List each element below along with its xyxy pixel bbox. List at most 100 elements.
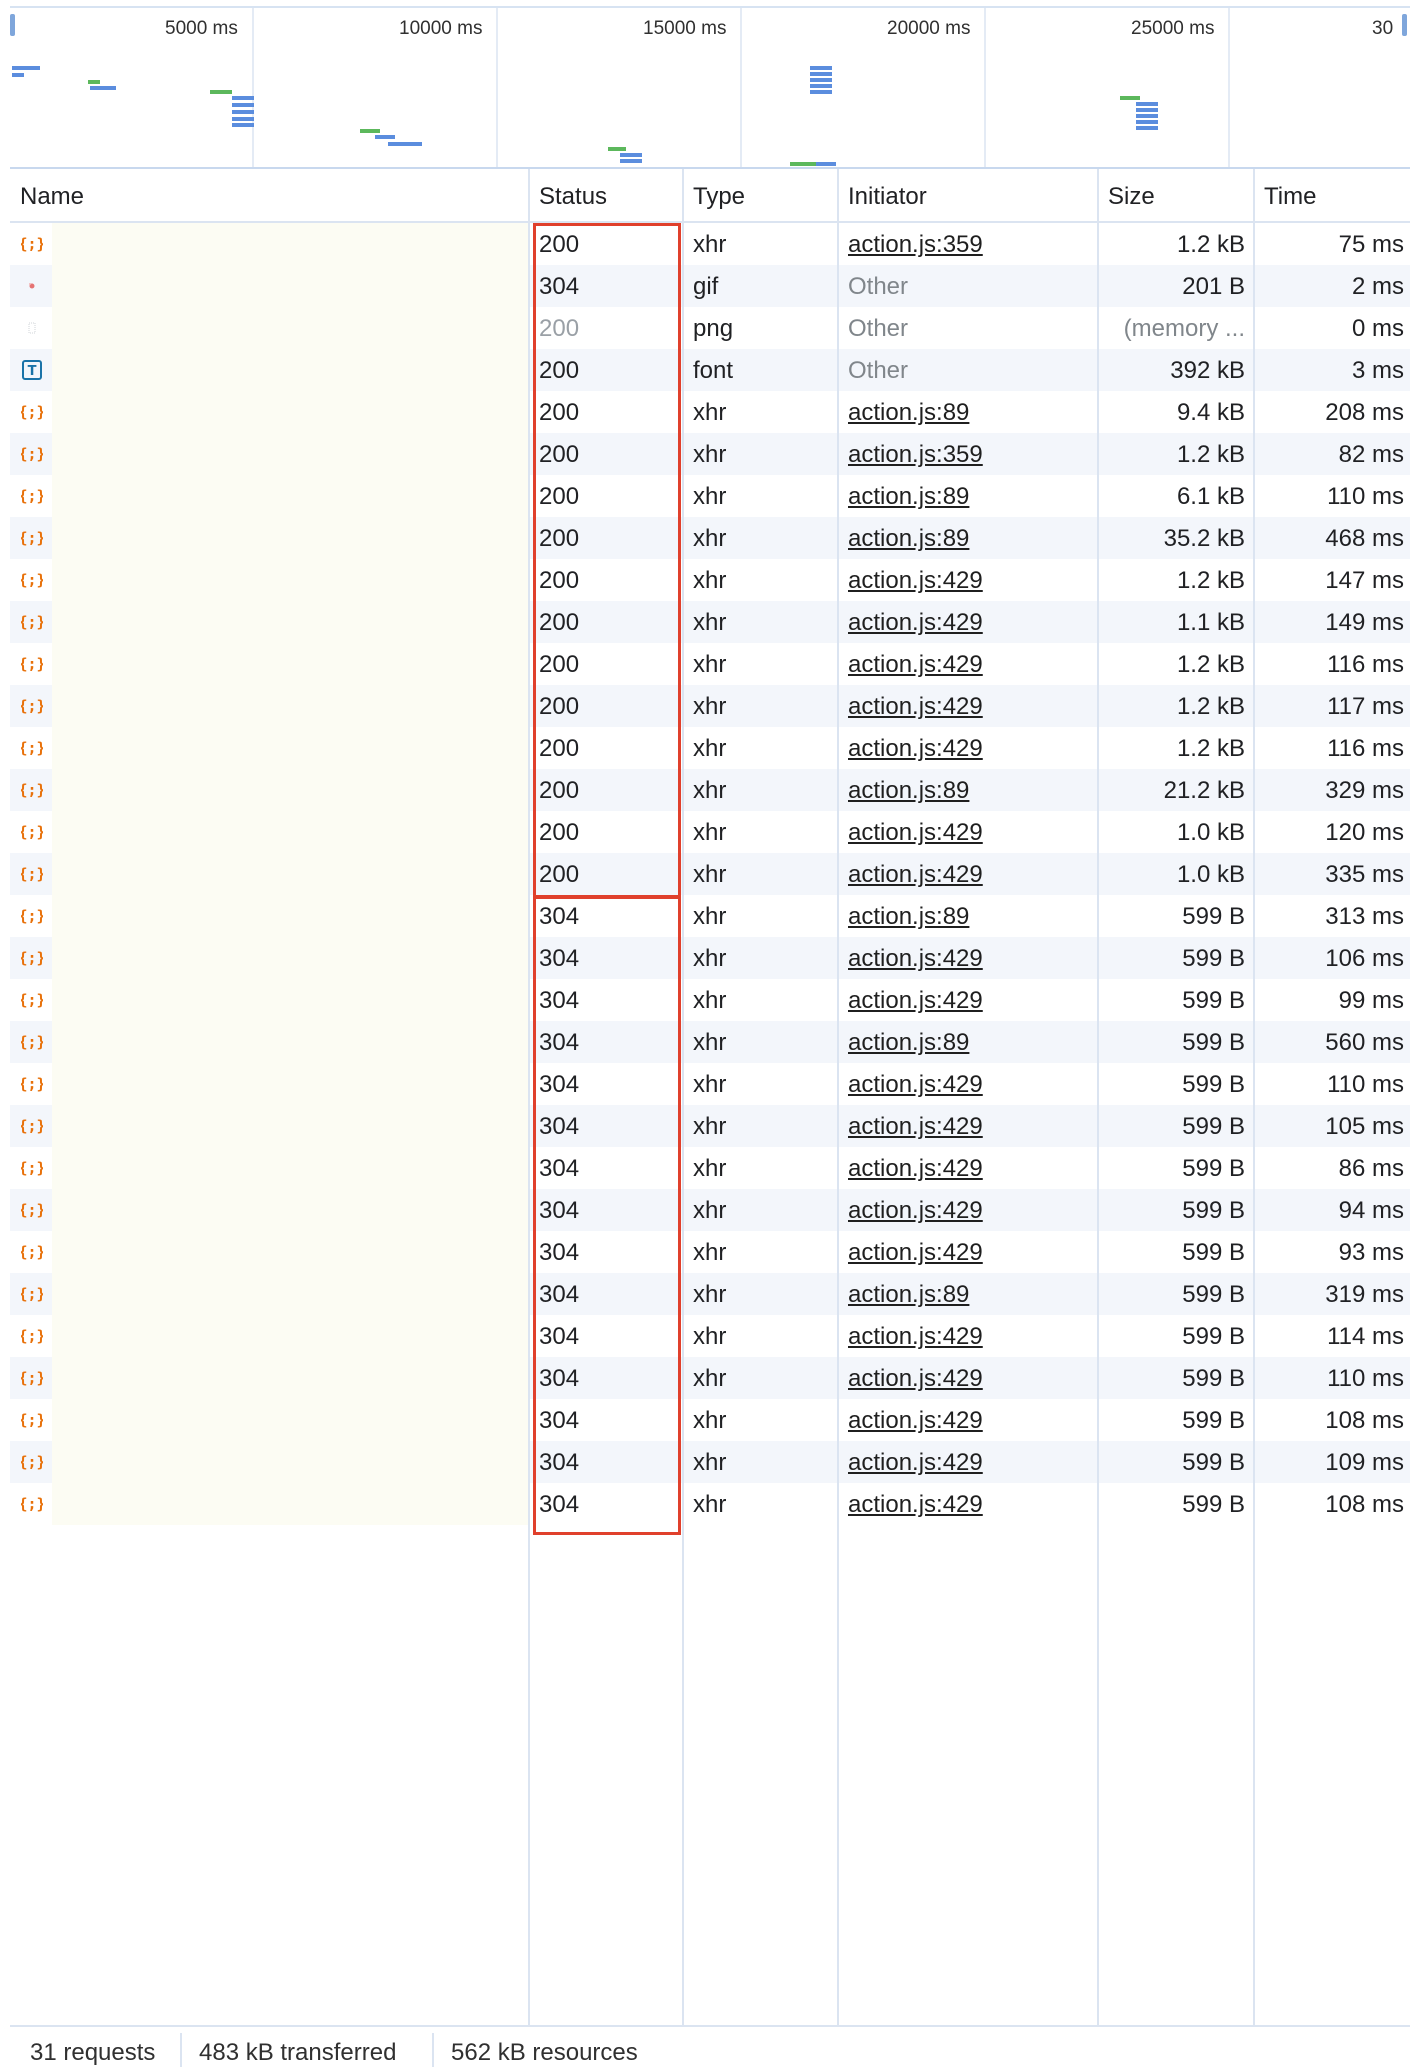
column-header-name[interactable]: Name	[20, 183, 84, 211]
table-row[interactable]: {;}304xhraction.js:429599 B86 ms	[10, 1147, 1410, 1189]
initiator-link[interactable]: action.js:89	[848, 1281, 969, 1309]
request-name-cell[interactable]	[52, 979, 528, 1021]
column-header-initiator[interactable]: Initiator	[848, 183, 927, 211]
table-row[interactable]: {;}200xhraction.js:4291.2 kB117 ms	[10, 685, 1410, 727]
table-row[interactable]: {;}304xhraction.js:429599 B108 ms	[10, 1399, 1410, 1441]
overview-right-handle[interactable]	[1402, 14, 1407, 36]
request-name-cell[interactable]	[52, 223, 528, 265]
table-row[interactable]: {;}200xhraction.js:4291.0 kB120 ms	[10, 811, 1410, 853]
initiator-link[interactable]: action.js:429	[848, 1113, 983, 1141]
initiator-link[interactable]: action.js:429	[848, 651, 983, 679]
table-row[interactable]: {;}200xhraction.js:4291.2 kB147 ms	[10, 559, 1410, 601]
request-name-cell[interactable]	[52, 769, 528, 811]
timeline-overview[interactable]: 5000 ms 10000 ms 15000 ms 20000 ms 25000…	[10, 6, 1410, 169]
initiator-link[interactable]: action.js:429	[848, 1365, 983, 1393]
table-row[interactable]: {;}200xhraction.js:3591.2 kB75 ms	[10, 223, 1410, 265]
request-name-cell[interactable]	[52, 1441, 528, 1483]
initiator-link[interactable]: action.js:429	[848, 1491, 983, 1519]
initiator-link[interactable]: action.js:429	[848, 1407, 983, 1435]
initiator-link[interactable]: action.js:89	[848, 1029, 969, 1057]
table-row[interactable]: {;}200xhraction.js:8935.2 kB468 ms	[10, 517, 1410, 559]
initiator-link[interactable]: action.js:429	[848, 861, 983, 889]
request-name-cell[interactable]	[52, 727, 528, 769]
initiator-link[interactable]: action.js:89	[848, 777, 969, 805]
initiator-link[interactable]: action.js:429	[848, 693, 983, 721]
request-name-cell[interactable]	[52, 1357, 528, 1399]
initiator-link[interactable]: action.js:89	[848, 903, 969, 931]
table-row[interactable]: {;}304xhraction.js:429599 B99 ms	[10, 979, 1410, 1021]
request-name-cell[interactable]	[52, 1273, 528, 1315]
column-divider[interactable]	[837, 169, 839, 2025]
request-name-cell[interactable]	[52, 1315, 528, 1357]
initiator-link[interactable]: action.js:429	[848, 1239, 983, 1267]
request-name-cell[interactable]	[52, 391, 528, 433]
table-row[interactable]: {;}200xhraction.js:4291.0 kB335 ms	[10, 853, 1410, 895]
initiator-link[interactable]: action.js:89	[848, 483, 969, 511]
initiator-link[interactable]: action.js:429	[848, 1449, 983, 1477]
table-row[interactable]: {;}200xhraction.js:3591.2 kB82 ms	[10, 433, 1410, 475]
request-name-cell[interactable]	[52, 307, 528, 349]
request-name-cell[interactable]	[52, 1483, 528, 1525]
table-row[interactable]: {;}304xhraction.js:429599 B94 ms	[10, 1189, 1410, 1231]
request-name-cell[interactable]	[52, 601, 528, 643]
table-row[interactable]: {;}304xhraction.js:429599 B110 ms	[10, 1357, 1410, 1399]
table-row[interactable]: {;}304xhraction.js:429599 B106 ms	[10, 937, 1410, 979]
initiator-link[interactable]: action.js:89	[848, 399, 969, 427]
overview-left-handle[interactable]	[10, 14, 15, 36]
table-row[interactable]: 200 png Other (memory ... 0 ms	[10, 307, 1410, 349]
request-name-cell[interactable]	[52, 1399, 528, 1441]
initiator-link[interactable]: action.js:429	[848, 567, 983, 595]
initiator-link[interactable]: action.js:359	[848, 231, 983, 259]
request-name-cell[interactable]	[52, 895, 528, 937]
table-row[interactable]: {;}304xhraction.js:429599 B105 ms	[10, 1105, 1410, 1147]
column-divider[interactable]	[1253, 169, 1255, 2025]
initiator-link[interactable]: action.js:89	[848, 525, 969, 553]
table-row[interactable]: {;}304xhraction.js:429599 B93 ms	[10, 1231, 1410, 1273]
request-name-cell[interactable]	[52, 1105, 528, 1147]
initiator-link[interactable]: action.js:429	[848, 1197, 983, 1225]
initiator-link[interactable]: action.js:359	[848, 441, 983, 469]
request-name-cell[interactable]	[52, 265, 528, 307]
request-name-cell[interactable]	[52, 1147, 528, 1189]
table-row[interactable]: {;}200xhraction.js:899.4 kB208 ms	[10, 391, 1410, 433]
table-row[interactable]: {;}200xhraction.js:896.1 kB110 ms	[10, 475, 1410, 517]
column-header-status[interactable]: Status	[539, 183, 607, 211]
request-name-cell[interactable]	[52, 853, 528, 895]
initiator-link[interactable]: action.js:429	[848, 609, 983, 637]
initiator-link[interactable]: action.js:429	[848, 987, 983, 1015]
table-row[interactable]: {;}304xhraction.js:429599 B110 ms	[10, 1063, 1410, 1105]
column-divider[interactable]	[1097, 169, 1099, 2025]
request-name-cell[interactable]	[52, 433, 528, 475]
request-name-cell[interactable]	[52, 1231, 528, 1273]
initiator-link[interactable]: action.js:429	[848, 1155, 983, 1183]
table-row[interactable]: {;}304xhraction.js:429599 B109 ms	[10, 1441, 1410, 1483]
column-header-size[interactable]: Size	[1108, 183, 1155, 211]
table-row[interactable]: {;}304xhraction.js:429599 B108 ms	[10, 1483, 1410, 1525]
request-name-cell[interactable]	[52, 811, 528, 853]
table-row[interactable]: {;}304xhraction.js:89599 B313 ms	[10, 895, 1410, 937]
request-name-cell[interactable]	[52, 1189, 528, 1231]
table-row[interactable]: {;}200xhraction.js:8921.2 kB329 ms	[10, 769, 1410, 811]
table-row[interactable]: {;}304xhraction.js:429599 B114 ms	[10, 1315, 1410, 1357]
column-divider[interactable]	[682, 169, 684, 2025]
table-row[interactable]: {;}200xhraction.js:4291.2 kB116 ms	[10, 643, 1410, 685]
request-name-cell[interactable]	[52, 559, 528, 601]
request-name-cell[interactable]	[52, 1021, 528, 1063]
column-header-time[interactable]: Time	[1264, 183, 1316, 211]
table-row[interactable]: 304 gif Other 201 B2 ms	[10, 265, 1410, 307]
initiator-link[interactable]: action.js:429	[848, 735, 983, 763]
request-name-cell[interactable]	[52, 1063, 528, 1105]
table-row[interactable]: {;}304xhraction.js:89599 B319 ms	[10, 1273, 1410, 1315]
initiator-link[interactable]: action.js:429	[848, 819, 983, 847]
table-row[interactable]: {;}200xhraction.js:4291.1 kB149 ms	[10, 601, 1410, 643]
request-name-cell[interactable]	[52, 643, 528, 685]
request-name-cell[interactable]	[52, 685, 528, 727]
request-name-cell[interactable]	[52, 937, 528, 979]
column-divider[interactable]	[528, 169, 530, 2025]
initiator-link[interactable]: action.js:429	[848, 945, 983, 973]
table-row[interactable]: {;}200xhraction.js:4291.2 kB116 ms	[10, 727, 1410, 769]
initiator-link[interactable]: action.js:429	[848, 1071, 983, 1099]
table-row[interactable]: T 200 font Other 392 kB 3 ms	[10, 349, 1410, 391]
column-header-type[interactable]: Type	[693, 183, 745, 211]
initiator-link[interactable]: action.js:429	[848, 1323, 983, 1351]
